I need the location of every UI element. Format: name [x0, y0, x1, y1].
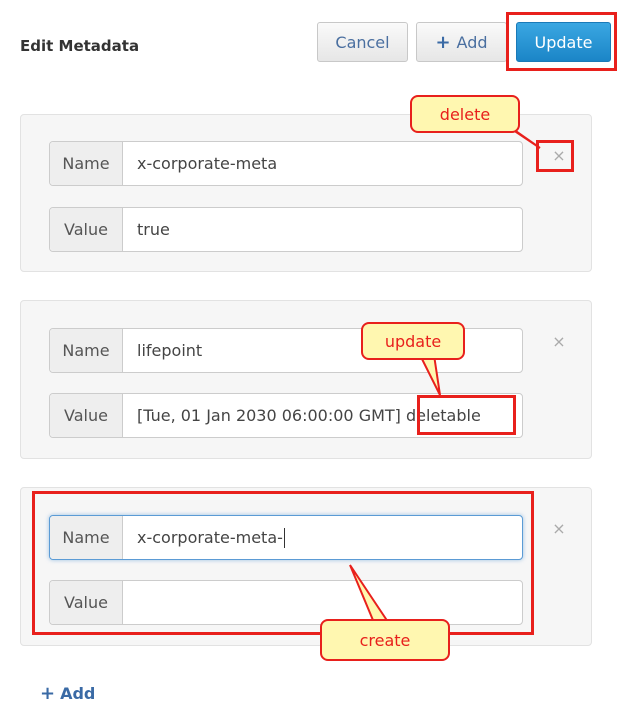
edit-metadata-title: Edit Metadata: [20, 37, 140, 55]
add-entry-link[interactable]: + Add: [40, 683, 95, 704]
metadata-entry-panel: Name x-corporate-meta Value true ×: [20, 114, 592, 272]
value-input[interactable]: true: [123, 208, 522, 251]
plus-icon: +: [435, 31, 451, 53]
update-callout: update: [361, 322, 465, 360]
close-icon[interactable]: ×: [549, 518, 569, 538]
add-button-label: Add: [456, 32, 488, 52]
name-label: Name: [50, 329, 123, 372]
plus-icon: +: [40, 683, 56, 704]
name-field[interactable]: Name x-corporate-meta: [49, 141, 523, 186]
create-highlight-box: [32, 491, 534, 635]
add-button[interactable]: + Add: [416, 22, 507, 62]
value-field[interactable]: Value true: [49, 207, 523, 252]
value-label: Value: [50, 394, 123, 437]
name-input[interactable]: x-corporate-meta: [123, 142, 522, 185]
value-label: Value: [50, 208, 123, 251]
close-icon[interactable]: ×: [549, 331, 569, 351]
metadata-entry-panel: Name lifepoint Value [Tue, 01 Jan 2030 0…: [20, 300, 592, 459]
cancel-button-label: Cancel: [335, 32, 390, 52]
delete-highlight-box: [536, 140, 574, 172]
create-callout: create: [320, 619, 450, 661]
name-label: Name: [50, 142, 123, 185]
update-highlight-box: [506, 12, 617, 71]
cancel-button[interactable]: Cancel: [317, 22, 408, 62]
update-value-highlight-box: [417, 395, 516, 435]
add-entry-label: Add: [60, 684, 96, 703]
delete-callout: delete: [410, 95, 520, 133]
